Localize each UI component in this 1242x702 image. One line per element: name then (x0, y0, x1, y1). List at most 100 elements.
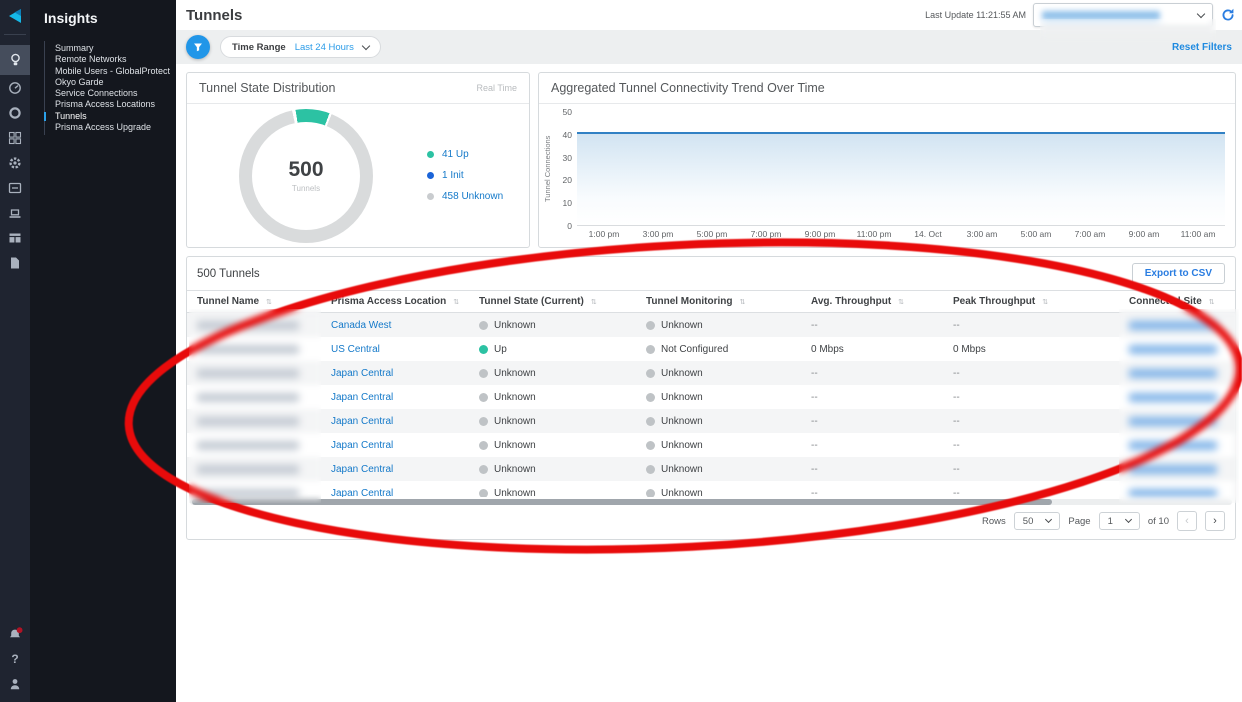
sidebar-item-remote-networks[interactable]: Remote Networks (55, 54, 176, 65)
redacted-tunnel-name (197, 321, 299, 330)
sidebar-item-tunnels[interactable]: Tunnels (55, 111, 176, 122)
column-header-tunnel-name[interactable]: Tunnel Name⇅ (187, 296, 321, 307)
redacted-connected-site-link[interactable] (1129, 393, 1217, 402)
page-select[interactable]: 1 (1099, 512, 1140, 530)
redacted-connected-site-link[interactable] (1129, 441, 1217, 450)
column-header-avg-throughput[interactable]: Avg. Throughput⇅ (801, 296, 943, 307)
connected-site-cell (1119, 489, 1235, 498)
horizontal-scrollbar-track[interactable] (190, 499, 1232, 505)
rail-item-apps[interactable] (0, 125, 30, 150)
sidebar-item-prisma-access-upgrade[interactable]: Prisma Access Upgrade (55, 122, 176, 133)
filter-button[interactable] (186, 35, 210, 59)
location-cell: Japan Central (321, 416, 469, 427)
next-page-button[interactable]: › (1205, 511, 1225, 531)
avg-throughput-cell: -- (801, 464, 943, 475)
redacted-connected-site-link[interactable] (1129, 369, 1217, 378)
rail-item-dashboard[interactable] (0, 75, 30, 100)
monitoring-dot (646, 393, 655, 402)
sort-icon: ⇅ (739, 298, 745, 306)
export-csv-button[interactable]: Export to CSV (1132, 263, 1225, 284)
sort-icon: ⇅ (898, 298, 904, 306)
tenant-dropdown[interactable] (1033, 3, 1213, 27)
state-label: Unknown (494, 416, 536, 427)
tunnel-name-cell (187, 465, 321, 474)
location-link[interactable]: Japan Central (331, 464, 393, 475)
sidebar-item-summary[interactable]: Summary (55, 43, 176, 54)
rail-spacer (0, 275, 30, 621)
x-axis-tick: 3:00 pm (631, 229, 685, 245)
location-link[interactable]: Japan Central (331, 440, 393, 451)
redacted-connected-site-link[interactable] (1129, 489, 1217, 498)
connected-site-cell (1119, 393, 1235, 402)
legend-item-up[interactable]: 41 Up (427, 149, 503, 160)
topbar-right: Last Update 11:21:55 AM (925, 3, 1236, 27)
location-link[interactable]: Japan Central (331, 488, 393, 498)
redacted-connected-site-link[interactable] (1129, 417, 1217, 426)
location-link[interactable]: Japan Central (331, 392, 393, 403)
location-link[interactable]: Canada West (331, 320, 391, 331)
rail-item-workflows[interactable] (0, 225, 30, 250)
table-row: US CentralUpNot Configured0 Mbps0 Mbps (187, 337, 1235, 361)
state-label: Unknown (494, 392, 536, 403)
legend-item-init[interactable]: 1 Init (427, 170, 503, 181)
monitoring-label: Unknown (661, 488, 703, 498)
location-link[interactable]: US Central (331, 344, 380, 355)
time-range-selector[interactable]: Time Range Last 24 Hours (220, 36, 381, 58)
redacted-connected-site-link[interactable] (1129, 345, 1217, 354)
rail-item-insights[interactable] (0, 45, 30, 75)
app-logo[interactable] (0, 0, 30, 32)
y-axis-tick: 40 (563, 130, 572, 140)
column-header-label: Tunnel Name (197, 296, 259, 307)
column-header-tunnel-state-current[interactable]: Tunnel State (Current)⇅ (469, 296, 636, 307)
location-link[interactable]: Japan Central (331, 416, 393, 427)
tunnel-state-cell: Unknown (469, 464, 636, 475)
rail-item-docs[interactable] (0, 250, 30, 275)
legend-dot (427, 172, 434, 179)
x-axis-tick: 5:00 am (1009, 229, 1063, 245)
previous-page-button[interactable]: ‹ (1177, 511, 1197, 531)
rail-item-settings[interactable] (0, 150, 30, 175)
chevron-down-icon (1197, 9, 1205, 17)
sidebar-item-mobile-users-globalprotect[interactable]: Mobile Users - GlobalProtect (55, 66, 176, 77)
sidebar-item-okyo-garde[interactable]: Okyo Garde (55, 77, 176, 88)
tunnel-state-cell: Unknown (469, 416, 636, 427)
tunnel-monitoring-cell: Unknown (636, 392, 801, 403)
column-header-tunnel-monitoring[interactable]: Tunnel Monitoring⇅ (636, 296, 801, 307)
location-link[interactable]: Japan Central (331, 368, 393, 379)
state-dot (479, 441, 488, 450)
peak-throughput-cell: -- (943, 320, 1119, 331)
plot-area (577, 112, 1225, 226)
tunnel-state-cell: Unknown (469, 368, 636, 379)
column-header-prisma-access-location[interactable]: Prisma Access Location⇅ (321, 296, 469, 307)
rows-per-page-select[interactable]: 50 (1014, 512, 1061, 530)
state-dot (479, 465, 488, 474)
rail-divider (4, 34, 26, 35)
rail-item-help[interactable]: ? (0, 646, 30, 671)
rail-item-notifications[interactable] (0, 621, 30, 646)
card-title: Aggregated Tunnel Connectivity Trend Ove… (551, 81, 825, 95)
rail-item-monitor[interactable] (0, 100, 30, 125)
refresh-button[interactable] (1220, 7, 1236, 23)
connected-site-cell (1119, 465, 1235, 474)
redacted-tunnel-name (197, 465, 299, 474)
sidebar-item-prisma-access-locations[interactable]: Prisma Access Locations (55, 99, 176, 110)
realtime-badge: Real Time (476, 83, 517, 93)
page-count-label: of 10 (1148, 516, 1169, 527)
column-header-peak-throughput[interactable]: Peak Throughput⇅ (943, 296, 1119, 307)
x-axis-tick: 9:00 am (1117, 229, 1171, 245)
column-header-label: Tunnel State (Current) (479, 296, 584, 307)
tunnel-monitoring-cell: Not Configured (636, 344, 801, 355)
rail-item-devices[interactable] (0, 200, 30, 225)
monitoring-dot (646, 321, 655, 330)
y-axis-tick: 10 (563, 198, 572, 208)
reset-filters-link[interactable]: Reset Filters (1172, 42, 1232, 53)
table-row: Canada WestUnknownUnknown---- (187, 313, 1235, 337)
rail-item-license[interactable] (0, 175, 30, 200)
column-header-connected-site[interactable]: Connected Site⇅ (1119, 296, 1235, 307)
redacted-connected-site-link[interactable] (1129, 465, 1217, 474)
redacted-connected-site-link[interactable] (1129, 321, 1217, 330)
horizontal-scrollbar-thumb[interactable] (192, 499, 1052, 505)
sidebar-item-service-connections[interactable]: Service Connections (55, 88, 176, 99)
rail-item-user[interactable] (0, 671, 30, 696)
legend-item-unknown[interactable]: 458 Unknown (427, 191, 503, 202)
